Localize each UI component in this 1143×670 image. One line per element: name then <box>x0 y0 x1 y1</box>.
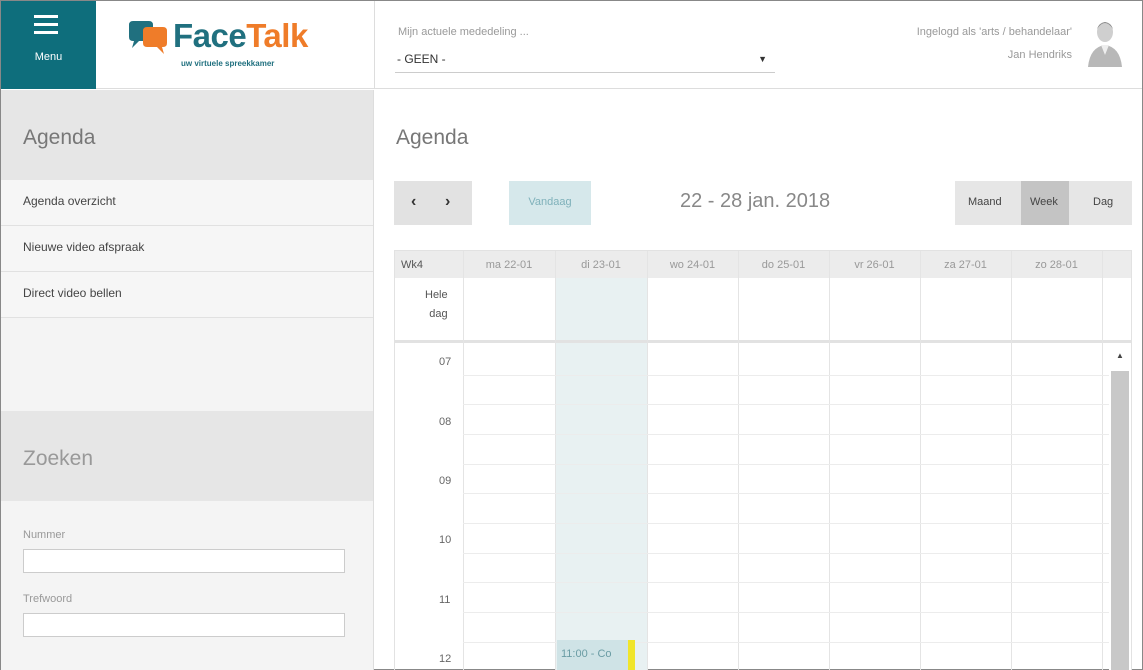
slot-line <box>463 404 1109 405</box>
column-divider <box>555 251 556 670</box>
announcement-label: Mijn actuele mededeling ... <box>398 26 529 38</box>
calendar-scrollbar[interactable]: ▲ <box>1109 343 1131 670</box>
hamburger-icon <box>34 15 58 35</box>
speech-bubbles-icon <box>129 21 167 54</box>
all-day-row[interactable]: Hele dag <box>395 278 1131 343</box>
hour-label: 11 <box>439 594 451 606</box>
column-divider <box>1011 251 1012 670</box>
brand-name: FaceTalk <box>173 17 308 55</box>
facetalk-logo[interactable]: FaceTalk uw virtuele spreekkamer <box>107 11 367 71</box>
brand-tagline: uw virtuele spreekkamer <box>181 59 275 68</box>
column-divider <box>920 251 921 670</box>
hour-label: 10 <box>439 534 452 546</box>
column-divider <box>647 251 648 670</box>
sidebar: Agenda Agenda overzicht Nieuwe video afs… <box>1 90 374 670</box>
number-input[interactable] <box>23 549 345 573</box>
day-header[interactable]: di 23-01 <box>555 259 647 271</box>
prev-week-button[interactable]: ‹ <box>411 193 416 211</box>
day-header[interactable]: za 27-01 <box>920 259 1011 271</box>
view-switcher: Maand Week Dag <box>955 181 1132 225</box>
sidebar-item-direct-video-call[interactable]: Direct video bellen <box>1 272 373 318</box>
menu-label: Menu <box>34 51 63 63</box>
slot-line <box>463 612 1109 613</box>
brand-face: Face <box>173 17 247 54</box>
brand-talk: Talk <box>246 17 308 54</box>
slot-line <box>463 375 1109 376</box>
slot-line <box>463 582 1109 583</box>
hour-label: 07 <box>439 356 452 368</box>
all-day-label-line2: dag <box>429 308 448 320</box>
sidebar-spacer <box>1 318 373 411</box>
all-day-label-line1: Hele <box>425 289 448 301</box>
hour-label: 09 <box>439 475 452 487</box>
next-week-button[interactable]: › <box>445 193 450 211</box>
column-divider <box>1102 251 1103 670</box>
all-day-label: Hele dag <box>425 286 448 324</box>
view-day-button[interactable]: Dag <box>1093 196 1113 208</box>
user-role: Ingelogd als 'arts / behandelaar' <box>916 26 1072 38</box>
column-divider <box>829 251 830 670</box>
day-header[interactable]: ma 22-01 <box>463 259 555 271</box>
day-header[interactable]: do 25-01 <box>738 259 829 271</box>
slot-line <box>463 553 1109 554</box>
date-range: 22 - 28 jan. 2018 <box>680 190 831 212</box>
slot-line <box>463 493 1109 494</box>
scrollbar-thumb[interactable] <box>1111 371 1129 670</box>
page-title: Agenda <box>396 126 469 149</box>
keyword-input[interactable] <box>23 613 345 637</box>
day-header[interactable]: vr 26-01 <box>829 259 920 271</box>
view-month-button[interactable]: Maand <box>968 196 1002 208</box>
announcement-value: - GEEN - <box>397 52 446 66</box>
hour-label: 08 <box>439 416 452 428</box>
calendar-header: Wk4 ma 22-01 di 23-01 wo 24-01 do 25-01 … <box>395 251 1131 278</box>
view-week-button[interactable]: Week <box>1021 181 1069 225</box>
day-header[interactable]: wo 24-01 <box>647 259 738 271</box>
slot-line <box>463 464 1109 465</box>
menu-button[interactable]: Menu <box>1 1 96 89</box>
slot-line <box>463 523 1109 524</box>
sidebar-item-new-video-appointment[interactable]: Nieuwe video afspraak <box>1 226 373 272</box>
week-number: Wk4 <box>401 259 423 271</box>
main-content: Agenda ‹ › Vandaag 22 - 28 jan. 2018 Maa… <box>375 90 1142 670</box>
app-header: Menu FaceTalk uw virtuele spreekkamer Mi… <box>1 1 1142 89</box>
user-name[interactable]: Jan Hendriks <box>1008 49 1072 61</box>
column-divider <box>738 251 739 670</box>
calendar-nav: ‹ › <box>394 181 472 225</box>
announcement-select[interactable]: - GEEN - ▼ <box>395 45 775 73</box>
calendar-event[interactable]: 11:00 - Co <box>557 640 635 670</box>
avatar[interactable] <box>1084 15 1124 67</box>
keyword-label: Trefwoord <box>23 593 73 605</box>
column-divider <box>463 251 464 670</box>
hour-label: 12 <box>439 653 452 665</box>
today-button[interactable]: Vandaag <box>509 181 591 225</box>
sidebar-agenda-title: Agenda <box>1 90 373 180</box>
day-header[interactable]: zo 28-01 <box>1011 259 1102 271</box>
slot-line <box>463 434 1109 435</box>
search-title: Zoeken <box>1 411 373 501</box>
week-calendar: Wk4 ma 22-01 di 23-01 wo 24-01 do 25-01 … <box>394 250 1132 670</box>
scroll-up-icon[interactable]: ▲ <box>1116 351 1124 360</box>
caret-down-icon: ▼ <box>758 54 767 64</box>
number-label: Nummer <box>23 529 66 541</box>
sidebar-item-agenda-overview[interactable]: Agenda overzicht <box>1 180 373 226</box>
header-divider <box>374 1 375 89</box>
